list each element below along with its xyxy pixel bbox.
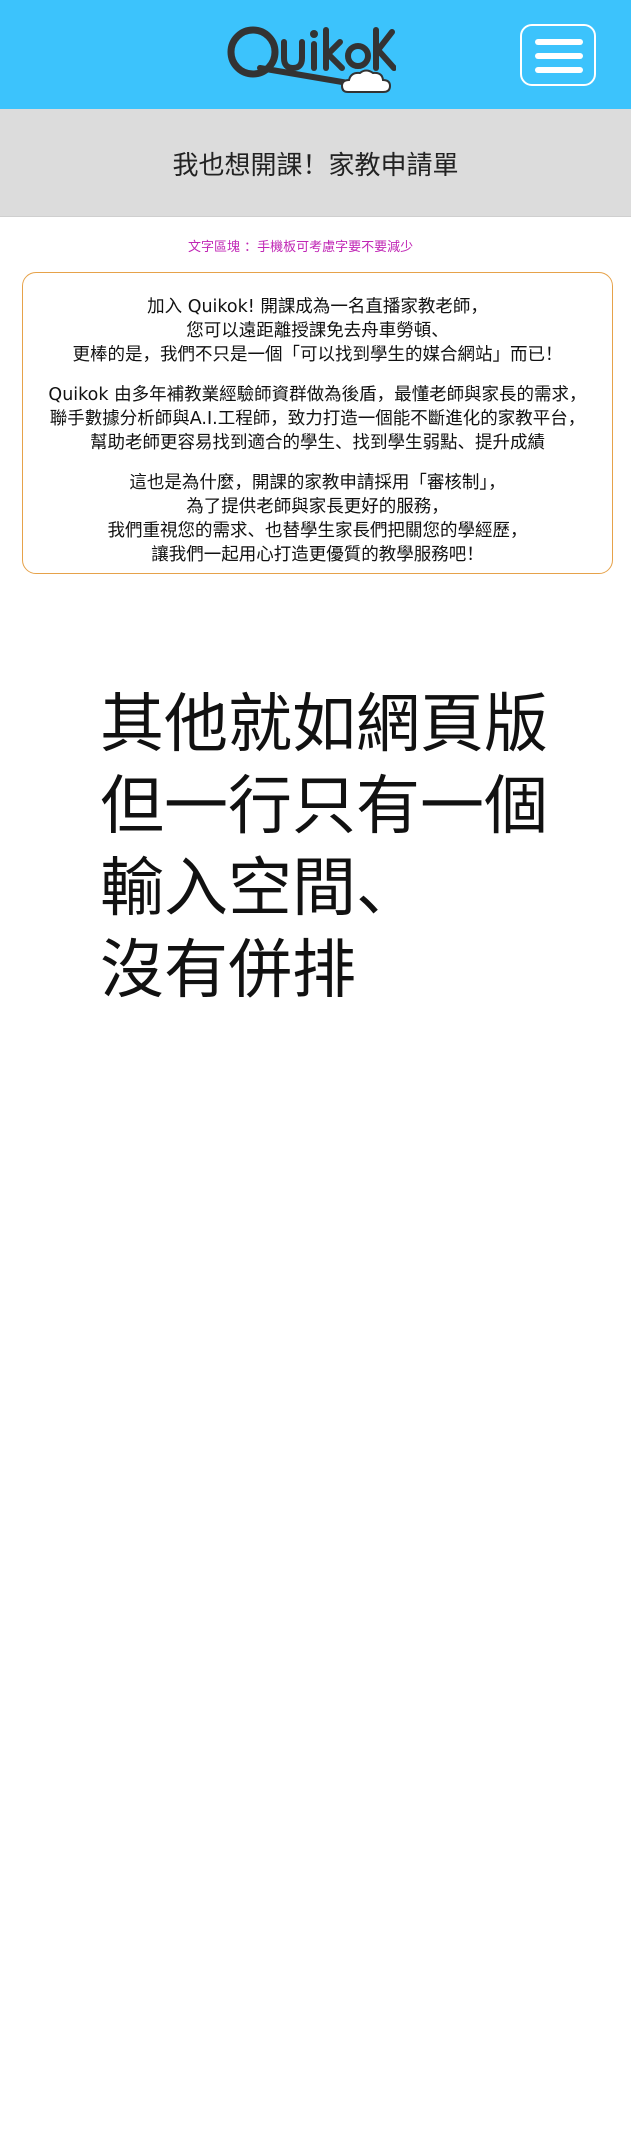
intro-line: 我們重視您的需求、也替學生家長們把關您的學經歷， — [107, 521, 528, 541]
page-banner: 我也想開課！家教申請單 — [0, 109, 631, 217]
intro-line: 幫助老師更容易找到適合的學生、找到學生弱點、提升成績 — [90, 433, 545, 453]
intro-paragraph-1: 加入 Quikok! 開課成為一名直播家教老師， 您可以遠距離授課免去舟車勞頓、… — [23, 295, 612, 367]
menu-bar-icon — [535, 67, 583, 73]
page-title: 我也想開課！家教申請單 — [172, 151, 459, 181]
design-note: 文字區塊 ：手機板可考慮字要不要減少 — [188, 240, 414, 255]
intro-line: 您可以遠距離授課免去舟車勞頓、 — [186, 321, 449, 341]
quikok-logo[interactable] — [226, 22, 397, 98]
hamburger-menu-button[interactable] — [520, 24, 596, 86]
intro-line: 更棒的是，我們不只是一個「可以找到學生的媒合網站」而已！ — [72, 345, 563, 365]
annotation-line: 但一行只有一個 — [100, 770, 548, 844]
intro-box: 加入 Quikok! 開課成為一名直播家教老師， 您可以遠距離授課免去舟車勞頓、… — [22, 272, 613, 574]
layout-annotation: 其他就如網頁版 但一行只有一個 輸入空間、 沒有併排 — [100, 684, 548, 1012]
intro-line: 這也是為什麼，開課的家教申請採用「審核制」， — [129, 473, 506, 493]
top-navigation-bar — [0, 0, 631, 109]
annotation-line: 其他就如網頁版 — [100, 688, 548, 762]
intro-line: 讓我們一起用心打造更優質的教學服務吧！ — [151, 545, 484, 565]
intro-line: 為了提供老師與家長更好的服務， — [186, 497, 449, 517]
menu-bar-icon — [535, 39, 583, 45]
intro-paragraph-2: Quikok 由多年補教業經驗師資群做為後盾，最懂老師與家長的需求， 聯手數據分… — [23, 383, 612, 455]
menu-bar-icon — [535, 53, 583, 59]
intro-line: 聯手數據分析師與A.I.工程師，致力打造一個能不斷進化的家教平台， — [49, 409, 586, 429]
intro-paragraph-3: 這也是為什麼，開課的家教申請採用「審核制」， 為了提供老師與家長更好的服務， 我… — [23, 471, 612, 567]
annotation-line: 輸入空間、 — [100, 852, 420, 926]
intro-line: Quikok 由多年補教業經驗師資群做為後盾，最懂老師與家長的需求， — [48, 385, 587, 405]
annotation-line: 沒有併排 — [100, 934, 356, 1008]
intro-line: 加入 Quikok! 開課成為一名直播家教老師， — [147, 297, 488, 317]
logo-graphic — [227, 26, 397, 93]
